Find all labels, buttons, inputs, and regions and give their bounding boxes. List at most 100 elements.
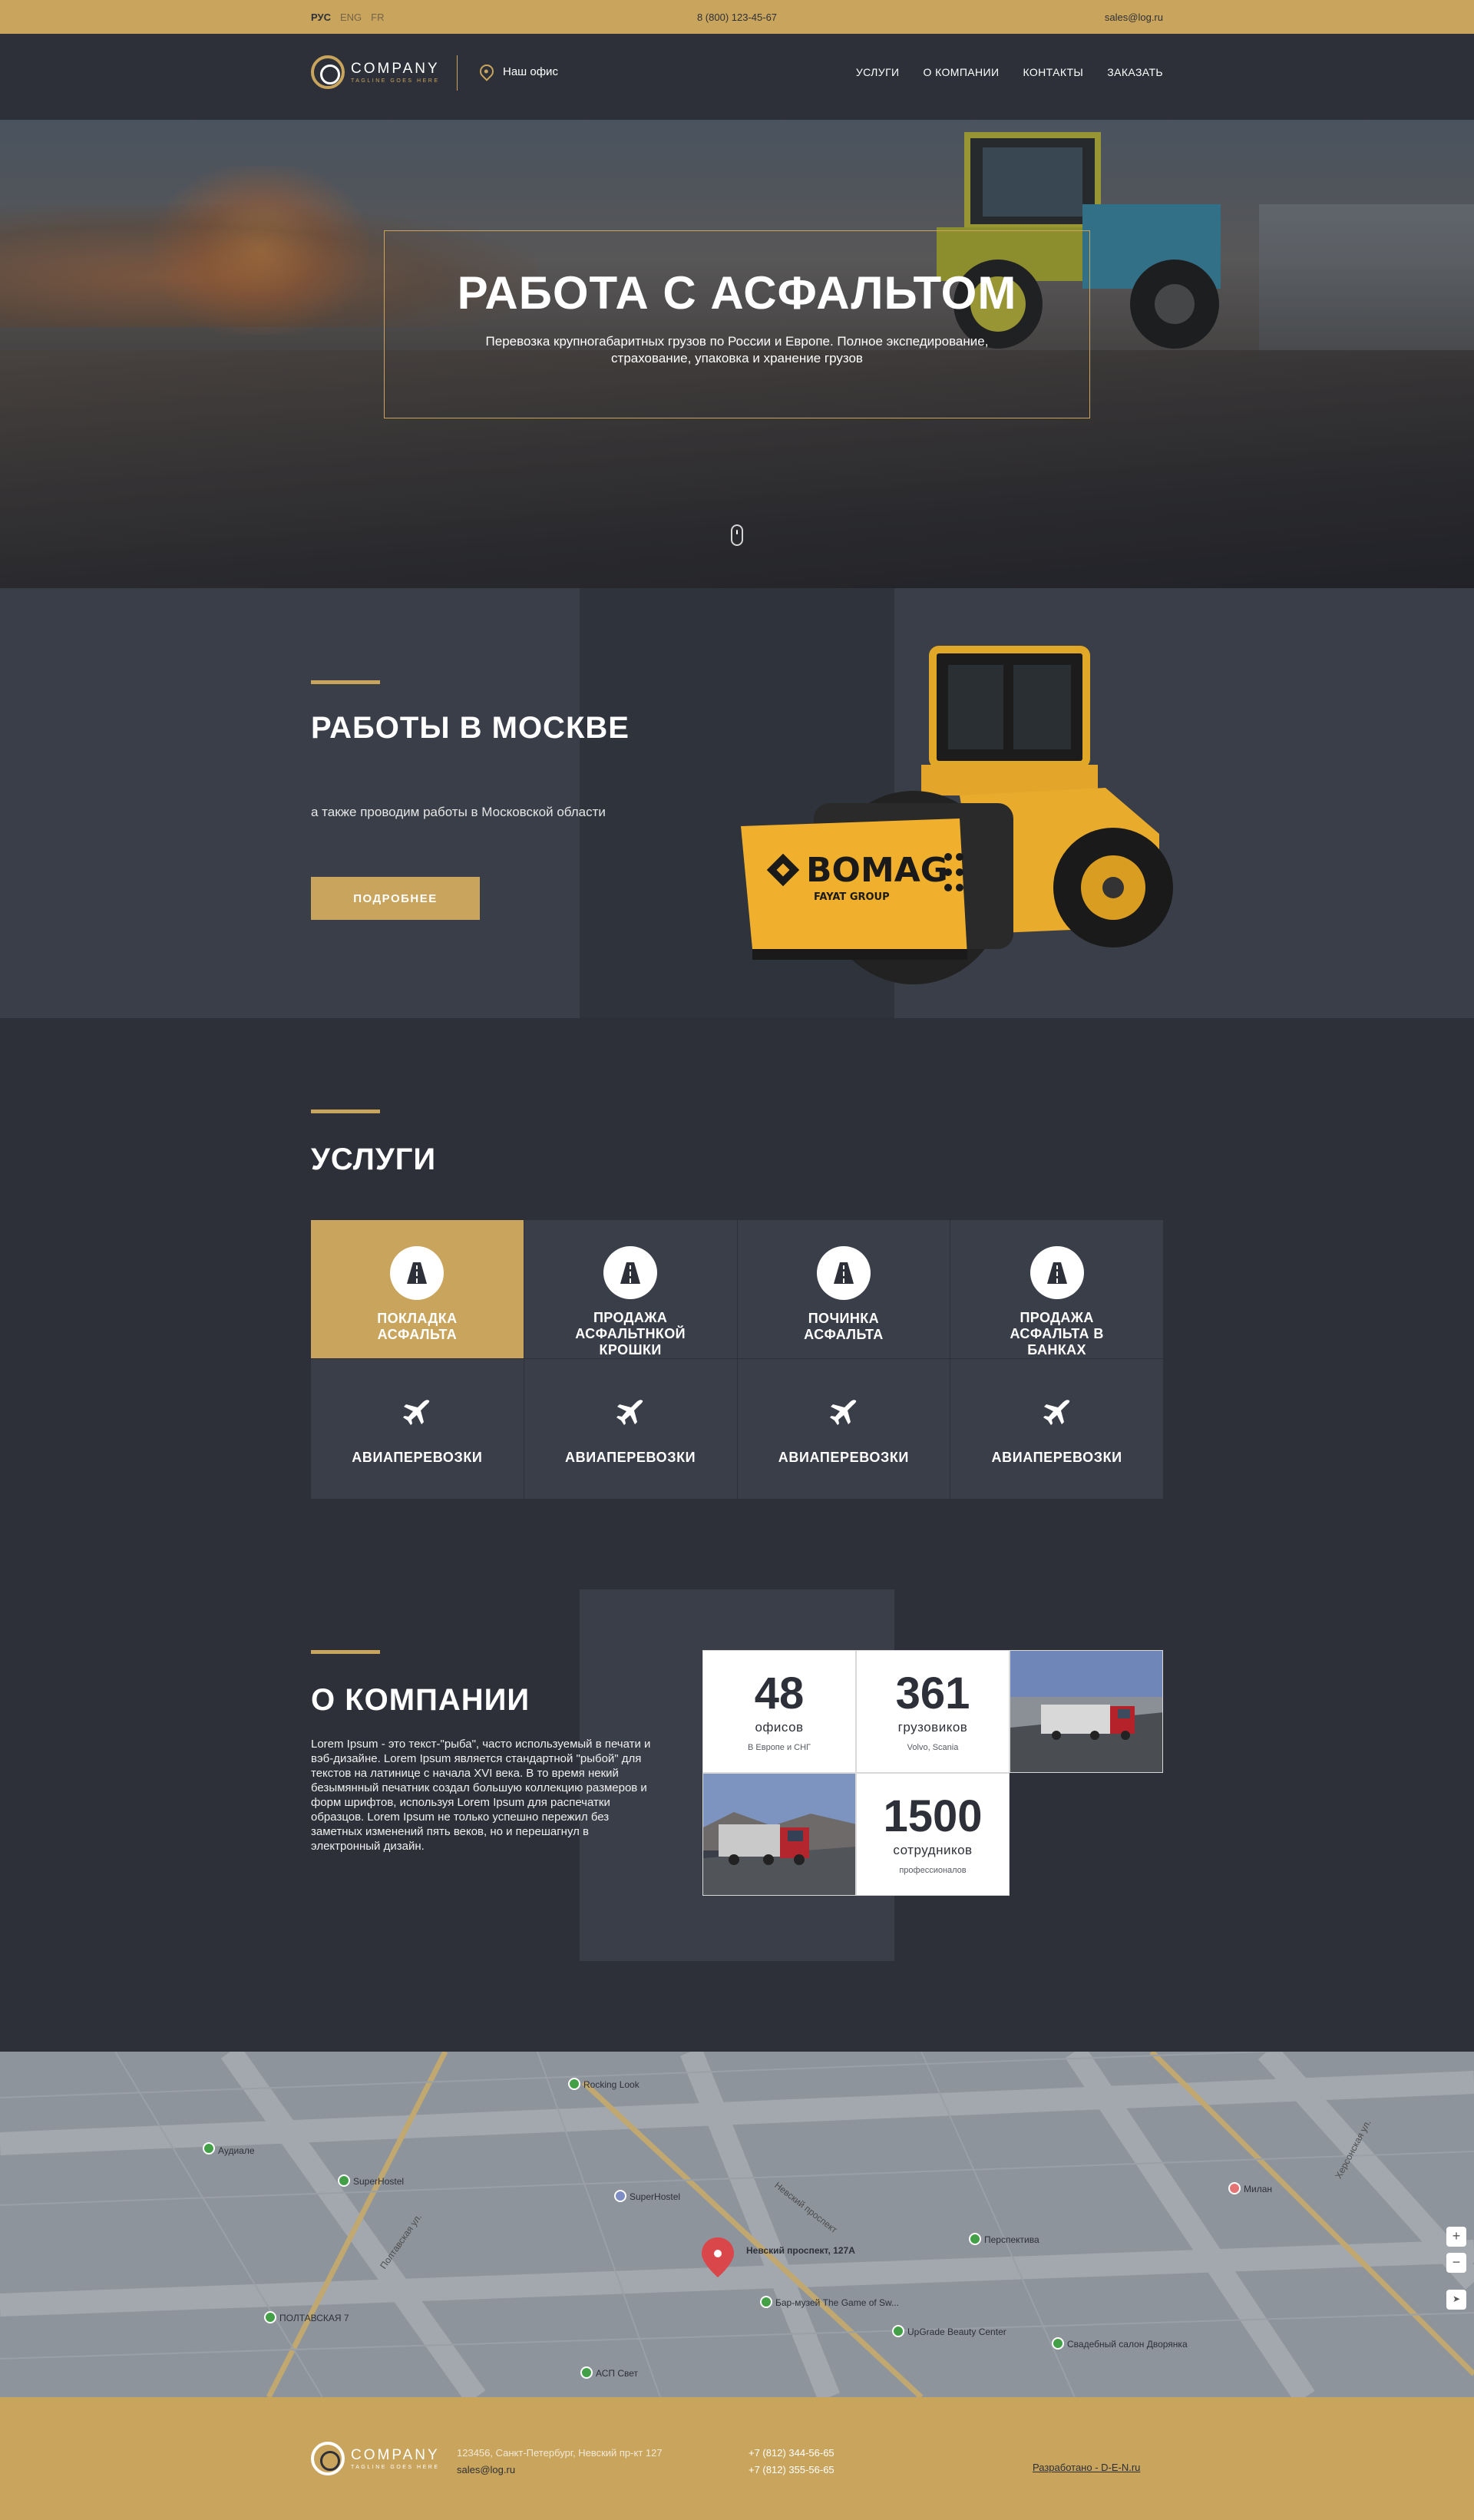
logo-tagline: TAGLINE GOES HERE [351, 2465, 440, 2470]
stat-desc: Volvo, Scania [907, 1743, 959, 1752]
map-geolocate-icon[interactable]: ➤ [1446, 2290, 1466, 2310]
site-footer: COMPANY TAGLINE GOES HERE 123456, Санкт-… [0, 2397, 1474, 2520]
service-card[interactable]: ПРОДАЖА АСФАЛЬТА В БАНКАХ [950, 1220, 1163, 1358]
developer-link[interactable]: Разработано - D-E-N.ru [1033, 2462, 1140, 2473]
section-accent-line [311, 1110, 380, 1113]
map-place[interactable]: Перспектива [984, 2234, 1039, 2245]
map-overlay [0, 2052, 1474, 2397]
mouse-scroll-icon[interactable] [731, 524, 743, 546]
top-bar: РУС ENG FR 8 (800) 123-45-67 sales@log.r… [0, 0, 1474, 34]
stat-offices: 48 офисов В Европе и СНГ [702, 1650, 856, 1773]
service-label: АВИАПЕРЕВОЗКИ [352, 1450, 483, 1465]
stat-unit: грузовиков [897, 1720, 968, 1735]
main-nav: УСЛУГИ О КОМПАНИИ КОНТАКТЫ ЗАКАЗАТЬ [856, 66, 1163, 78]
hero-frame: РАБОТА С АСФАЛЬТОМ Перевозка крупногабар… [384, 230, 1090, 418]
map-place[interactable]: Свадебный салон Дворянка [1067, 2339, 1188, 2350]
map-poi-dot[interactable] [614, 2190, 626, 2202]
services-grid: ПОКЛАДКА АСФАЛЬТА ПРОДАЖА АСФАЛЬТНКОЙ КР… [311, 1220, 1163, 1499]
map-place[interactable]: UpGrade Beauty Center [907, 2327, 1006, 2337]
stat-number: 1500 [883, 1791, 983, 1841]
airplane-icon [1043, 1400, 1069, 1425]
section-accent-line [311, 680, 380, 684]
logo-mark-icon [311, 2442, 345, 2475]
map-marker-icon[interactable] [700, 2236, 735, 2279]
service-card[interactable]: АВИАПЕРЕВОЗКИ [524, 1359, 737, 1499]
map-poi-dot[interactable] [892, 2325, 904, 2337]
service-card[interactable]: ПОКЛАДКА АСФАЛЬТА [311, 1220, 524, 1358]
road-icon [407, 1262, 428, 1284]
service-card[interactable]: ПРОДАЖА АСФАЛЬТНКОЙ КРОШКИ [524, 1220, 737, 1358]
header-divider [457, 55, 458, 91]
map-poi-dot[interactable] [1052, 2337, 1064, 2350]
map-place[interactable]: Rocking Look [583, 2079, 640, 2090]
hero-section: РАБОТА С АСФАЛЬТОМ Перевозка крупногабар… [0, 120, 1474, 588]
logo[interactable]: COMPANY TAGLINE GOES HERE [311, 55, 440, 89]
map-place[interactable]: Милан [1244, 2184, 1272, 2194]
section-accent-line [311, 1650, 380, 1654]
map-poi-dot[interactable] [568, 2078, 580, 2090]
footer-email[interactable]: sales@log.ru [457, 2462, 663, 2479]
machine-brand: BOMAG [806, 851, 948, 890]
moscow-title: РАБОТЫ В МОСКВЕ [311, 711, 630, 745]
airplane-icon [403, 1400, 430, 1425]
stat-unit: сотрудников [893, 1843, 973, 1857]
map-place[interactable]: АСП Свет [596, 2368, 638, 2379]
more-button[interactable]: ПОДРОБНЕЕ [311, 877, 480, 920]
services-title: УСЛУГИ [311, 1143, 437, 1176]
truck-photo [702, 1773, 856, 1896]
site-header: COMPANY TAGLINE GOES HERE Наш офис УСЛУГ… [0, 34, 1474, 120]
map-place[interactable]: SuperHostel [353, 2176, 404, 2187]
road-icon [620, 1262, 641, 1284]
footer-address: 123456, Санкт-Петербург, Невский пр-кт 1… [457, 2447, 663, 2459]
map-place[interactable]: SuperHostel [630, 2191, 680, 2202]
service-card[interactable]: АВИАПЕРЕВОЗКИ [737, 1359, 950, 1499]
office-link[interactable]: Наш офис [477, 61, 558, 81]
map-poi-dot[interactable] [264, 2311, 276, 2323]
service-label: АВИАПЕРЕВОЗКИ [565, 1450, 696, 1465]
moscow-panel-left [0, 588, 580, 1018]
footer-logo[interactable]: COMPANY TAGLINE GOES HERE [311, 2442, 440, 2475]
stat-desc: В Европе и СНГ [748, 1743, 811, 1752]
service-label: ПОЧИНКА АСФАЛЬТА [804, 1311, 884, 1342]
logo-tagline: TAGLINE GOES HERE [351, 78, 440, 84]
map-poi-dot[interactable] [760, 2296, 772, 2308]
map-poi-dot[interactable] [203, 2142, 215, 2155]
service-card[interactable]: АВИАПЕРЕВОЗКИ [950, 1359, 1163, 1499]
map-poi-dot[interactable] [338, 2174, 350, 2187]
map-zoom-out[interactable]: − [1446, 2253, 1466, 2273]
map-place[interactable]: Аудиале [218, 2145, 255, 2156]
map-poi-dot[interactable] [580, 2366, 593, 2379]
map-poi-dot[interactable] [1228, 2182, 1241, 2194]
map[interactable]: Rocking Look SuperHostel SuperHostel Ауд… [0, 2052, 1474, 2397]
top-phone[interactable]: 8 (800) 123-45-67 [0, 12, 1474, 23]
nav-services[interactable]: УСЛУГИ [856, 66, 900, 78]
stat-employees: 1500 сотрудников профессионалов [856, 1773, 1010, 1896]
nav-contacts[interactable]: КОНТАКТЫ [1023, 66, 1083, 78]
road-roller-image: BOMAG FAYAT GROUP [741, 646, 1173, 984]
stat-number: 48 [754, 1668, 805, 1718]
stat-desc: профессионалов [899, 1866, 967, 1875]
logo-mark-icon [311, 55, 345, 89]
map-zoom-in[interactable]: + [1446, 2227, 1466, 2247]
about-title: О КОМПАНИИ [311, 1683, 530, 1717]
footer-phone[interactable]: +7 (812) 355-56-65 [749, 2462, 834, 2479]
moscow-subtitle: а также проводим работы в Московской обл… [311, 805, 606, 819]
service-card[interactable]: АВИАПЕРЕВОЗКИ [311, 1359, 524, 1499]
nav-about[interactable]: О КОМПАНИИ [924, 66, 1000, 78]
machine-brand-sub: FAYAT GROUP [814, 891, 890, 903]
footer-phone[interactable]: +7 (812) 344-56-65 [749, 2445, 834, 2462]
logo-name: COMPANY [351, 2447, 440, 2463]
service-label: ПРОДАЖА АСФАЛЬТА В БАНКАХ [1010, 1310, 1104, 1358]
moscow-section: РАБОТЫ В МОСКВЕ а также проводим работы … [0, 588, 1474, 1018]
service-card[interactable]: ПОЧИНКА АСФАЛЬТА [737, 1220, 950, 1358]
footer-address-block: 123456, Санкт-Петербург, Невский пр-кт 1… [457, 2445, 663, 2479]
map-poi-dot[interactable] [969, 2233, 981, 2245]
service-label: АВИАПЕРЕВОЗКИ [991, 1450, 1122, 1465]
map-pin-icon [477, 61, 497, 81]
map-place[interactable]: ПОЛТАВСКАЯ 7 [279, 2313, 349, 2323]
map-place[interactable]: Бар-музей The Game of Sw... [775, 2297, 899, 2308]
service-label: ПОКЛАДКА АСФАЛЬТА [377, 1311, 458, 1342]
footer-phones: +7 (812) 344-56-65 +7 (812) 355-56-65 [749, 2445, 834, 2479]
nav-order[interactable]: ЗАКАЗАТЬ [1107, 66, 1163, 78]
top-email[interactable]: sales@log.ru [1105, 12, 1163, 23]
